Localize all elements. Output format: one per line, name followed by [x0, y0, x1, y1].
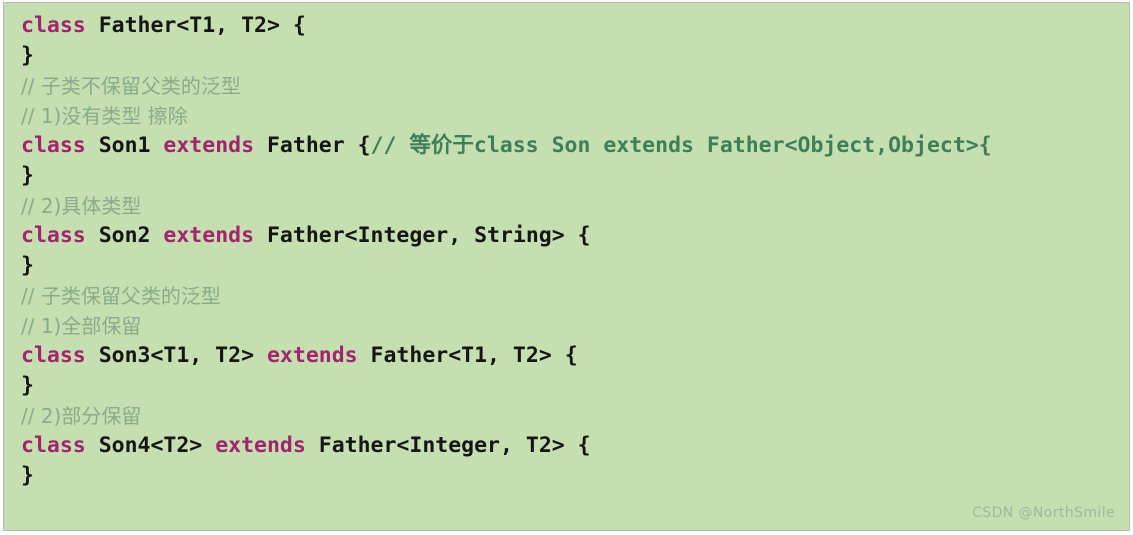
code-token-punct	[86, 343, 99, 368]
code-line: // 子类保留父类的泛型	[21, 281, 1129, 311]
code-token-punct	[150, 133, 163, 158]
code-token-ident: Father<Integer, T2> {	[318, 433, 591, 458]
code-token-punct: }	[21, 463, 34, 488]
code-token-comment: // 子类不保留父类的泛型	[21, 74, 241, 98]
code-line: // 1)全部保留	[21, 311, 1129, 341]
code-token-comment: // 2)部分保留	[21, 404, 142, 428]
code-token-kw: extends	[163, 133, 255, 158]
code-line: }	[21, 251, 1129, 281]
code-token-ident: Son2	[98, 223, 151, 248]
code-token-punct: }	[21, 253, 34, 278]
code-token-punct: }	[21, 373, 34, 398]
csdn-watermark: CSDN @NorthSmile	[972, 505, 1115, 521]
code-token-comment: // 1)全部保留	[21, 314, 142, 338]
code-token-punct	[86, 13, 99, 38]
code-token-kw: class	[21, 223, 86, 248]
code-line: class Son2 extends Father<Integer, Strin…	[21, 221, 1129, 251]
code-token-comment-inline: //	[370, 133, 410, 158]
code-token-punct	[254, 223, 267, 248]
code-token-comment: // 2)具体类型	[21, 194, 142, 218]
code-lines-container: class Father<T1, T2> {} // 子类不保留父类的泛型 // 1…	[21, 11, 1129, 491]
code-token-comment-inline-cjk: 等价于	[409, 133, 474, 158]
code-line: }	[21, 371, 1129, 401]
code-token-punct	[86, 223, 99, 248]
code-token-ident: Son4<T2>	[98, 433, 203, 458]
code-token-kw: class	[21, 433, 86, 458]
code-token-kw: extends	[163, 223, 255, 248]
code-token-ident: Son3<T1, T2>	[98, 343, 255, 368]
code-token-kw: class	[21, 133, 86, 158]
code-token-kw: class	[21, 13, 86, 38]
code-line: }	[21, 461, 1129, 491]
code-line: }	[21, 161, 1129, 191]
code-token-punct	[358, 343, 371, 368]
code-line: // 2)部分保留	[21, 401, 1129, 431]
code-token-ident: Father {	[266, 133, 371, 158]
code-token-punct: }	[21, 43, 34, 68]
code-token-comment: // 1)没有类型 擦除	[21, 104, 188, 128]
code-line: }	[21, 41, 1129, 71]
code-token-kw: class	[21, 343, 86, 368]
code-token-punct	[202, 433, 215, 458]
code-token-ident: Father<Integer, String> {	[266, 223, 591, 248]
code-token-comment: // 子类保留父类的泛型	[21, 284, 221, 308]
code-line: class Son1 extends Father {// 等价于class S…	[21, 131, 1129, 161]
code-line: class Father<T1, T2> {	[21, 11, 1129, 41]
code-token-punct	[254, 133, 267, 158]
code-token-punct	[86, 133, 99, 158]
code-line: // 2)具体类型	[21, 191, 1129, 221]
code-token-kw: extends	[215, 433, 306, 458]
code-line: // 子类不保留父类的泛型	[21, 71, 1129, 101]
code-line: class Son4<T2> extends Father<Integer, T…	[21, 431, 1129, 461]
code-token-ident: Father<T1, T2> {	[98, 13, 306, 38]
code-token-ident: Son1	[98, 133, 151, 158]
code-token-punct: }	[21, 163, 34, 188]
code-line: class Son3<T1, T2> extends Father<T1, T2…	[21, 341, 1129, 371]
code-token-comment-inline: class Son extends Father<Object,Object>{	[473, 133, 992, 158]
code-token-punct	[86, 433, 99, 458]
code-token-ident: Father<T1, T2> {	[370, 343, 578, 368]
code-line: // 1)没有类型 擦除	[21, 101, 1129, 131]
code-block-panel: class Father<T1, T2> {} // 子类不保留父类的泛型 // 1…	[3, 2, 1130, 531]
code-token-punct	[306, 433, 319, 458]
code-token-kw: extends	[266, 343, 358, 368]
code-token-punct	[150, 223, 163, 248]
code-token-punct	[254, 343, 267, 368]
